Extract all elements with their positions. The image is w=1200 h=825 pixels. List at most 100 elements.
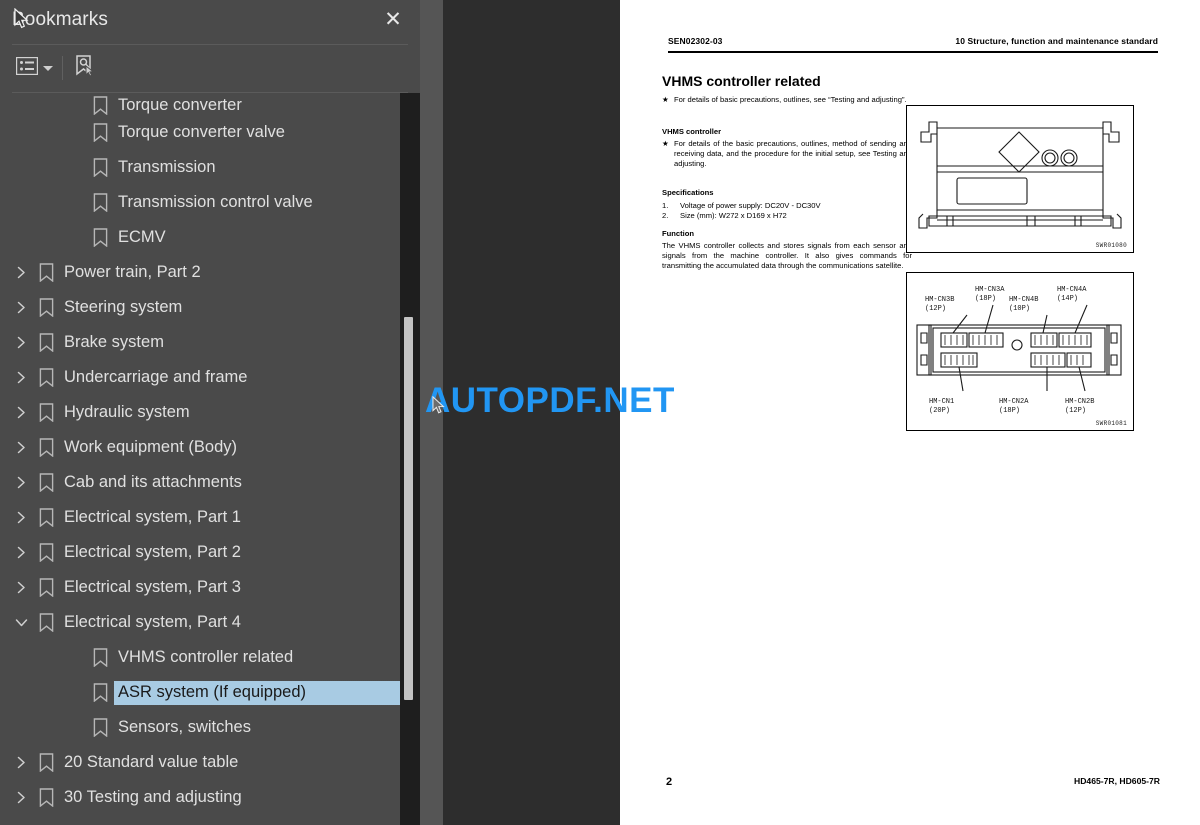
- bookmark-item[interactable]: Cab and its attachments: [0, 465, 400, 500]
- chevron-right-icon[interactable]: [10, 266, 32, 279]
- star-icon: ★: [662, 95, 669, 104]
- bookmark-item[interactable]: 20 Standard value table: [0, 745, 400, 780]
- app-window: Bookmarks ✕ Torque converter Torque conv…: [0, 0, 1200, 825]
- bookmark-icon: [32, 473, 60, 492]
- page-header: SEN02302-03 10 Structure, function and m…: [668, 36, 1158, 46]
- connector-label-name: HM-CN3B: [925, 296, 954, 304]
- bookmark-item[interactable]: Hydraulic system: [0, 395, 400, 430]
- document-page: SEN02302-03 10 Structure, function and m…: [620, 0, 1200, 825]
- bookmark-icon: [32, 368, 60, 387]
- bookmark-item[interactable]: Sensors, switches: [0, 710, 400, 745]
- bookmark-item[interactable]: Undercarriage and frame: [0, 360, 400, 395]
- bookmark-item[interactable]: Brake system: [0, 325, 400, 360]
- page-header-rule: [668, 51, 1158, 53]
- bookmark-item[interactable]: Electrical system, Part 2: [0, 535, 400, 570]
- bookmark-label: VHMS controller related: [118, 648, 294, 666]
- controller-bullet-text: For details of the basic precautions, ou…: [674, 139, 912, 169]
- bookmark-icon: [32, 788, 60, 807]
- bookmark-label: Transmission: [118, 158, 216, 176]
- bookmark-item[interactable]: Steering system: [0, 290, 400, 325]
- model-designation: HD465-7R, HD605-7R: [1074, 776, 1160, 786]
- page-footer: 2 HD465-7R, HD605-7R: [666, 776, 1160, 788]
- bookmark-item[interactable]: Transmission control valve: [0, 185, 400, 220]
- figure-connector-layout: HM-CN3B (12P) HM-CN3A (18P) HM-CN4B (10P) HM-C…: [906, 272, 1134, 431]
- list-options-button[interactable]: [15, 53, 53, 83]
- chevron-right-icon[interactable]: [10, 476, 32, 489]
- bookmark-icon: [32, 578, 60, 597]
- sidebar-toolbar: [0, 45, 420, 91]
- controller-heading: VHMS controller: [662, 127, 722, 136]
- figure-id: SWR01080: [1095, 242, 1127, 249]
- bookmark-item[interactable]: ECMV: [0, 220, 400, 255]
- connector-label-pins: (18P): [999, 407, 1020, 415]
- bookmark-item[interactable]: Torque converter: [0, 93, 400, 115]
- specification-index: 1.: [662, 201, 669, 211]
- page-header-left: SEN02302-03: [668, 36, 723, 46]
- bookmark-item[interactable]: Power train, Part 2: [0, 255, 400, 290]
- specification-text: Size (mm): W272 x D169 x H72: [680, 211, 787, 221]
- bookmark-label: Electrical system, Part 1: [64, 508, 241, 526]
- panel-title: Bookmarks: [12, 9, 108, 30]
- bookmark-item[interactable]: Work equipment (Body): [0, 430, 400, 465]
- chevron-right-icon[interactable]: [10, 511, 32, 524]
- bookmark-item[interactable]: Transmission: [0, 150, 400, 185]
- intro-bullet-text: For details of basic precautions, outlin…: [674, 95, 907, 104]
- chevron-right-icon[interactable]: [10, 791, 32, 804]
- chevron-right-icon[interactable]: [10, 756, 32, 769]
- chevron-down-icon: [43, 65, 53, 71]
- bookmark-icon: [32, 613, 60, 632]
- bookmark-icon: [32, 543, 60, 562]
- bookmark-label: Torque converter: [118, 96, 242, 114]
- sidebar-scrollbar-track[interactable]: [400, 93, 420, 825]
- connector-label-name: HM-CN2B: [1065, 398, 1094, 406]
- find-bookmark-button[interactable]: [72, 53, 96, 83]
- bookmark-item[interactable]: Electrical system, Part 4: [0, 605, 400, 640]
- chevron-right-icon[interactable]: [10, 581, 32, 594]
- specification-index: 2.: [662, 211, 669, 221]
- bookmark-label: Electrical system, Part 2: [64, 543, 241, 561]
- bookmark-tree[interactable]: Torque converter Torque converter valve Tr…: [0, 93, 400, 825]
- specification-row: 1. Voltage of power supply: DC20V - DC30V: [662, 201, 912, 211]
- bookmark-item[interactable]: Torque converter valve: [0, 115, 400, 150]
- chevron-right-icon[interactable]: [10, 441, 32, 454]
- bookmark-item-selected[interactable]: ASR system (If equipped): [0, 675, 400, 710]
- controller-unit-drawing: [918, 121, 1122, 229]
- bookmark-item[interactable]: Electrical system, Part 3: [0, 570, 400, 605]
- bookmark-icon: [32, 508, 60, 527]
- bookmark-icon: [32, 753, 60, 772]
- specification-row: 2. Size (mm): W272 x D169 x H72: [662, 211, 912, 221]
- star-icon: ★: [662, 139, 669, 149]
- chevron-right-icon[interactable]: [10, 336, 32, 349]
- bookmark-icon: [86, 193, 114, 212]
- bookmark-item[interactable]: Electrical system, Part 1: [0, 500, 400, 535]
- chevron-down-icon[interactable]: [10, 617, 32, 628]
- specifications-list: 1. Voltage of power supply: DC20V - DC30V…: [662, 201, 912, 221]
- chevron-right-icon[interactable]: [10, 301, 32, 314]
- figure-id: SWR01081: [1095, 420, 1127, 427]
- connector-label-pins: (14P): [1057, 295, 1078, 303]
- chevron-right-icon[interactable]: [10, 406, 32, 419]
- connector-label-name: HM-CN1: [929, 398, 954, 406]
- bookmark-label: Electrical system, Part 4: [64, 613, 241, 631]
- connector-label-name: HM-CN4A: [1057, 286, 1087, 294]
- viewer-left-edge: [420, 0, 443, 825]
- function-text: The VHMS controller collects and stores …: [662, 241, 912, 271]
- bookmark-item[interactable]: 30 Testing and adjusting: [0, 780, 400, 815]
- list-options-icon: [15, 56, 39, 80]
- specifications-section: Specifications 1. Voltage of power supply…: [662, 188, 912, 221]
- page-title: VHMS controller related: [662, 73, 821, 89]
- sidebar-scrollbar-thumb[interactable]: [404, 317, 413, 700]
- bookmark-label: Electrical system, Part 3: [64, 578, 241, 596]
- bookmark-icon: [86, 228, 114, 247]
- sidebar-header: Bookmarks ✕: [0, 0, 420, 44]
- chevron-right-icon[interactable]: [10, 371, 32, 384]
- bookmark-label: Hydraulic system: [64, 403, 190, 421]
- bookmark-item[interactable]: VHMS controller related: [0, 640, 400, 675]
- close-icon[interactable]: ✕: [382, 9, 404, 31]
- toolbar-divider: [62, 56, 63, 80]
- bookmark-label: Sensors, switches: [118, 718, 251, 736]
- bookmark-icon: [86, 648, 114, 667]
- figure-controller-unit: SWR01080: [906, 105, 1134, 253]
- chevron-right-icon[interactable]: [10, 546, 32, 559]
- bookmark-icon: [32, 438, 60, 457]
